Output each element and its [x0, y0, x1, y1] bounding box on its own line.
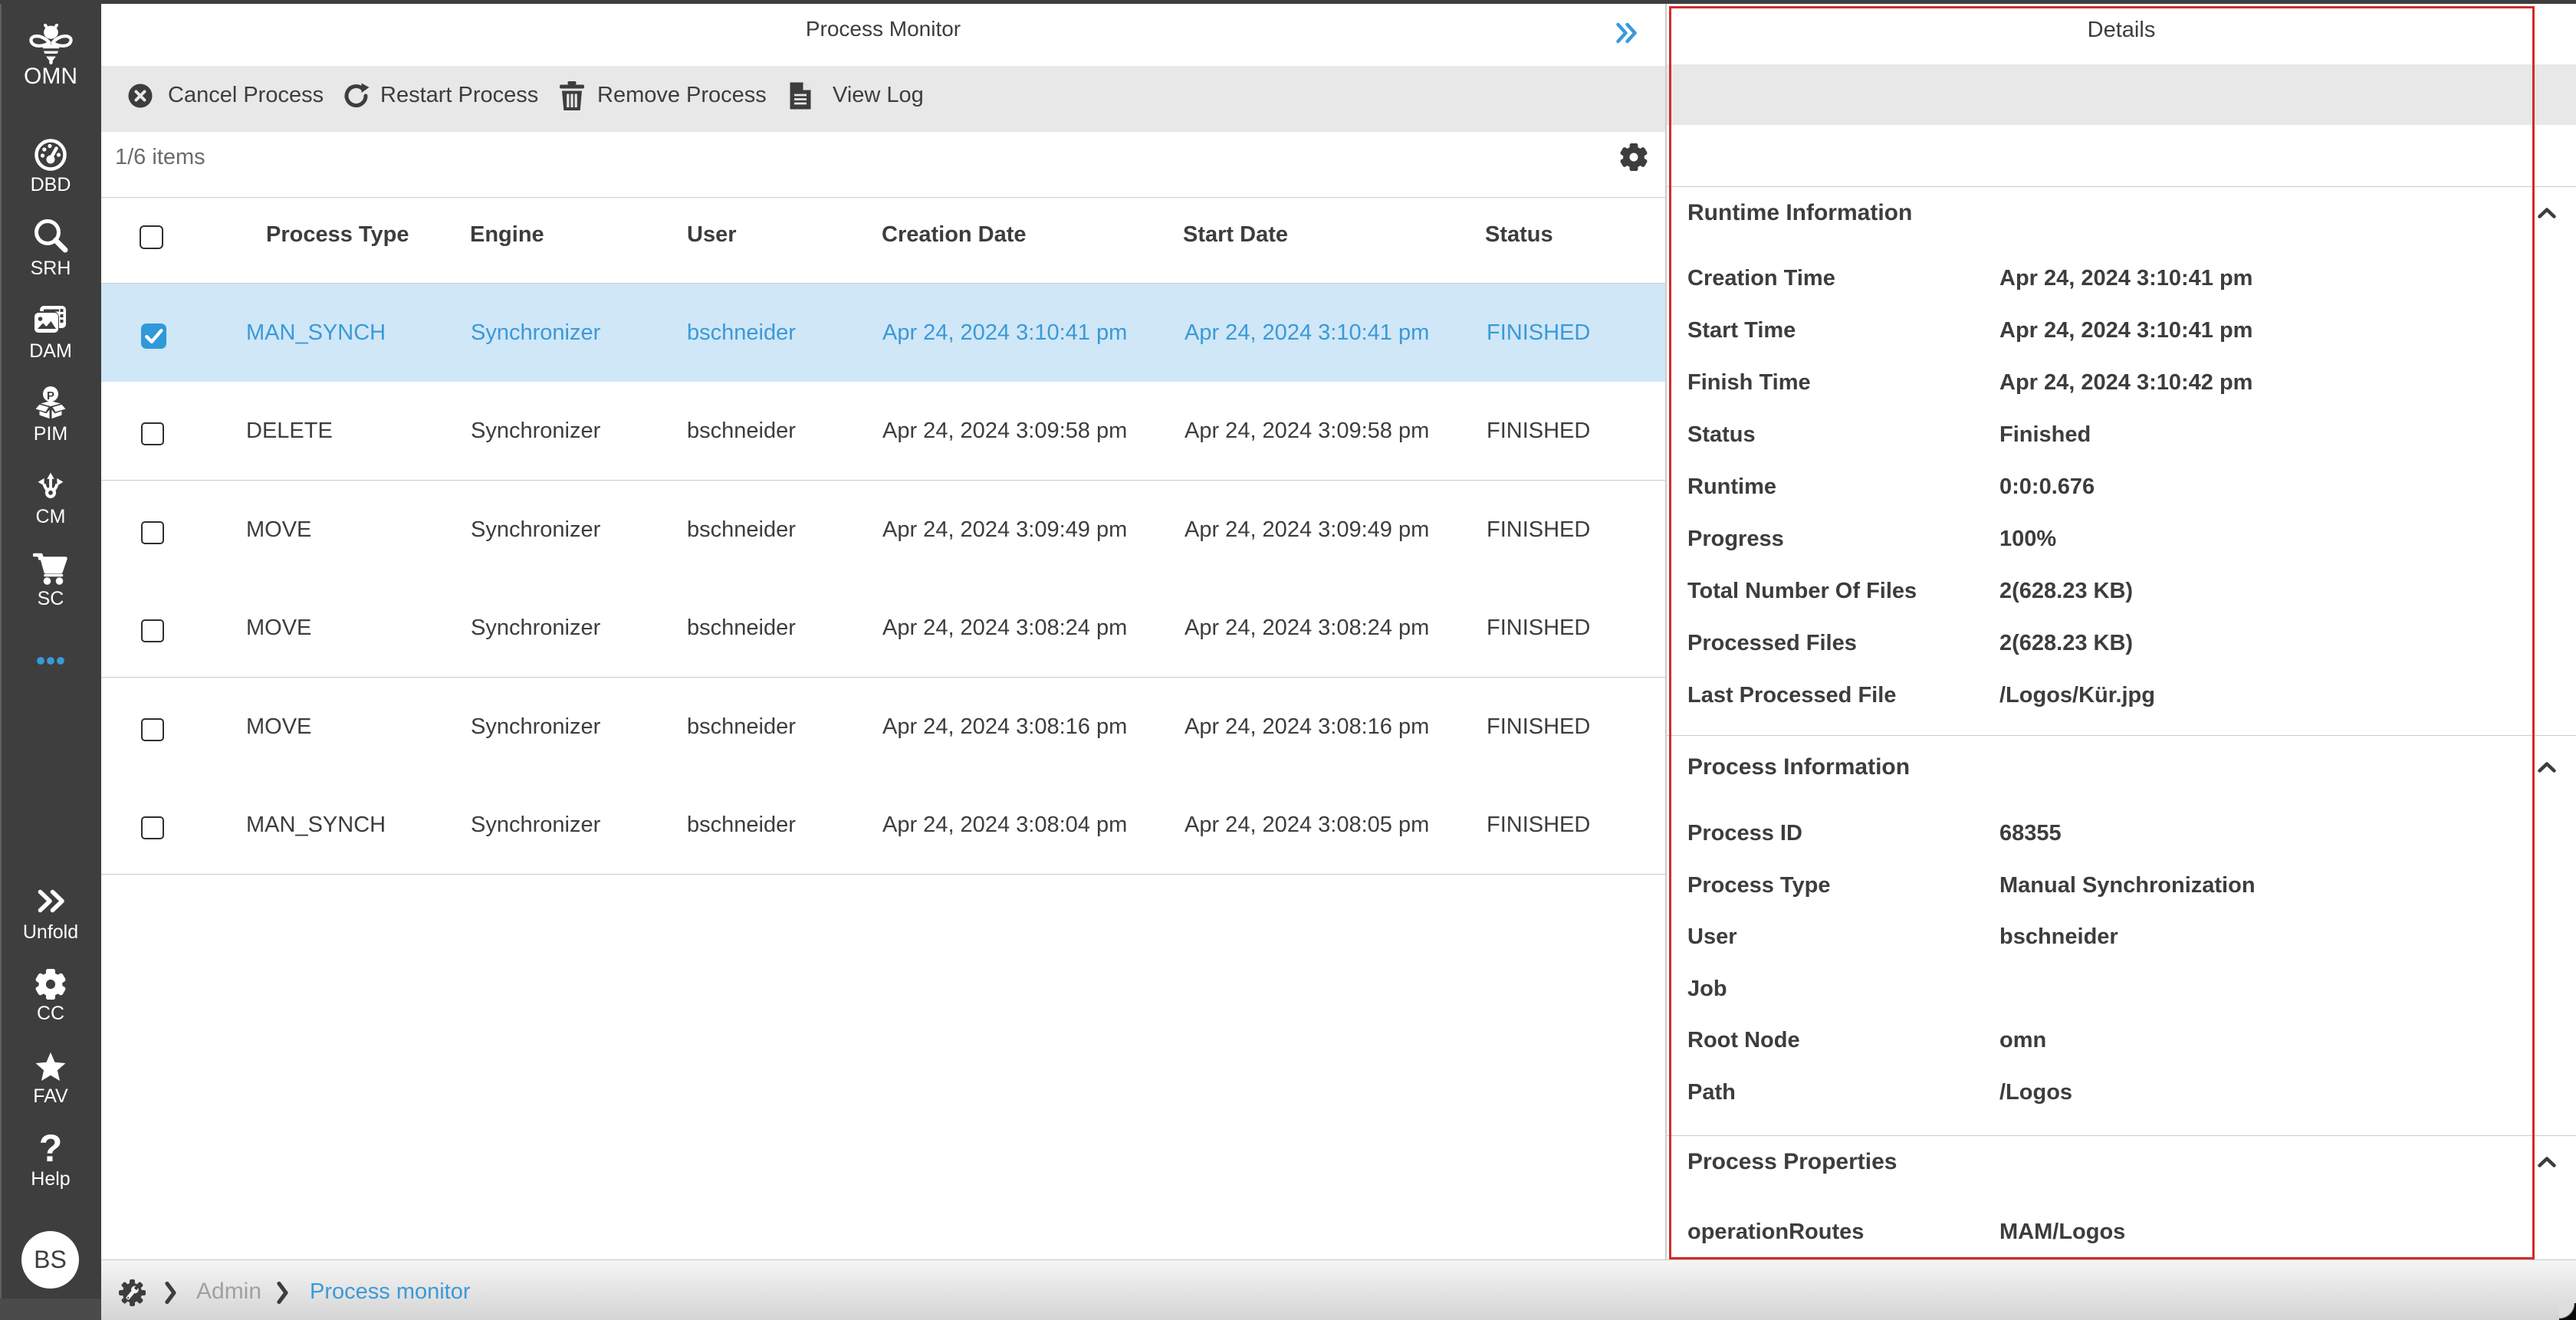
svg-text:P: P	[47, 389, 54, 402]
